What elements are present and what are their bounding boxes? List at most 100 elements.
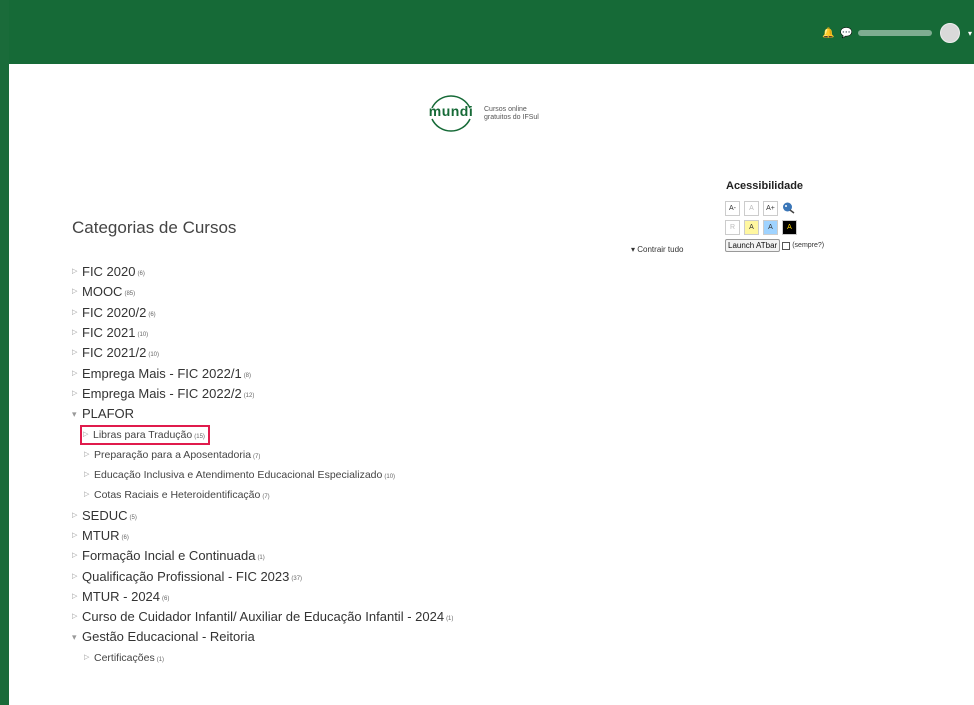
collapse-all-link[interactable]: ▾ Contrair tudo	[631, 245, 684, 254]
category-label: Formação Incial e Continuada	[82, 548, 256, 564]
category-item[interactable]: ▷ FIC 2020/2 (6)	[72, 303, 453, 323]
color-picker-icon[interactable]	[782, 201, 795, 214]
category-link[interactable]: ▷ MTUR - 2024 (6)	[72, 587, 169, 607]
category-link[interactable]: ▷ Libras para Tradução (15)	[80, 424, 210, 445]
category-item[interactable]: ▷ MTUR (6)	[72, 526, 453, 546]
category-link[interactable]: ▷ Cotas Raciais e Heteroidentificação (7)	[84, 485, 270, 505]
font-size-controls: A- A A+	[725, 201, 824, 216]
course-count: (8)	[243, 372, 252, 379]
font-increase-button[interactable]: A+	[763, 201, 778, 216]
category-label: MTUR - 2024	[82, 588, 161, 604]
caret-right-icon[interactable]: ▷	[84, 485, 94, 505]
font-decrease-button[interactable]: A-	[725, 201, 740, 216]
site-logo[interactable]: mundi Cursos online gratuitos do IFSul	[426, 88, 539, 138]
category-item[interactable]: ▷ Emprega Mais - FIC 2022/2 (12)	[72, 384, 453, 404]
category-label: Cotas Raciais e Heteroidentificação	[94, 489, 261, 502]
caret-right-icon[interactable]: ▷	[72, 587, 82, 607]
always-checkbox[interactable]	[782, 241, 791, 250]
category-item[interactable]: ▷ FIC 2020 (6)	[72, 262, 453, 282]
category-label: FIC 2020	[82, 264, 136, 280]
category-link[interactable]: ▾ Gestão Educacional - Reitoria	[72, 627, 255, 647]
subcategory-item[interactable]: ▷ Cotas Raciais e Heteroidentificação (7)	[72, 485, 453, 505]
atbar-launch-row: Launch ATbar (sempre?)	[725, 239, 824, 252]
always-label: (sempre?)	[792, 242, 825, 249]
category-link[interactable]: ▷ Preparação para a Aposentadoria (7)	[84, 445, 260, 465]
caret-right-icon[interactable]: ▷	[72, 282, 82, 302]
category-link[interactable]: ▷ SEDUC (5)	[72, 506, 137, 526]
caret-right-icon[interactable]: ▷	[72, 323, 82, 343]
caret-right-icon[interactable]: ▷	[83, 425, 93, 445]
caret-right-icon[interactable]: ▷	[72, 343, 82, 363]
category-item[interactable]: ▷ MOOC (85)	[72, 282, 453, 302]
category-link[interactable]: ▷ FIC 2021/2 (10)	[72, 343, 159, 363]
caret-right-icon[interactable]: ▷	[72, 303, 82, 323]
category-item[interactable]: ▷ Formação Incial e Continuada (1)	[72, 546, 453, 566]
category-link[interactable]: ▷ MTUR (6)	[72, 526, 129, 546]
category-link[interactable]: ▷ FIC 2020 (6)	[72, 262, 145, 282]
category-label: Curso de Cuidador Infantil/ Auxiliar de …	[82, 609, 445, 625]
category-item[interactable]: ▾ PLAFOR	[72, 404, 453, 424]
caret-right-icon[interactable]: ▷	[72, 607, 82, 627]
category-label: Certificações	[94, 651, 155, 664]
category-link[interactable]: ▷ Certificações (1)	[84, 648, 164, 668]
caret-right-icon[interactable]: ▷	[72, 262, 82, 282]
category-link[interactable]: ▷ FIC 2021 (10)	[72, 323, 148, 343]
contrast-blue-button[interactable]: A	[763, 220, 778, 235]
caret-right-icon[interactable]: ▷	[72, 506, 82, 526]
category-label: FIC 2021	[82, 325, 136, 341]
launch-atbar-button[interactable]: Launch ATbar	[725, 239, 781, 252]
user-name[interactable]	[857, 30, 932, 36]
caret-right-icon[interactable]: ▷	[84, 465, 94, 485]
caret-down-icon[interactable]: ▾	[72, 627, 82, 647]
subcategory-item[interactable]: ▷ Libras para Tradução (15)	[72, 424, 453, 445]
category-label: PLAFOR	[82, 406, 135, 422]
logo-tagline-line1: Cursos online	[484, 106, 527, 113]
caret-right-icon[interactable]: ▷	[72, 364, 82, 384]
category-link[interactable]: ▷ Emprega Mais - FIC 2022/1 (8)	[72, 364, 251, 384]
bell-icon[interactable]: 🔔	[822, 28, 834, 39]
category-item[interactable]: ▾ Gestão Educacional - Reitoria	[72, 627, 453, 647]
chevron-down-icon[interactable]: ▾	[968, 29, 972, 38]
caret-right-icon[interactable]: ▷	[72, 546, 82, 566]
category-link[interactable]: ▷ Emprega Mais - FIC 2022/2 (12)	[72, 384, 254, 404]
category-link[interactable]: ▷ Formação Incial e Continuada (1)	[72, 546, 265, 566]
caret-right-icon[interactable]: ▷	[72, 567, 82, 587]
caret-down-icon[interactable]: ▾	[72, 404, 82, 424]
category-item[interactable]: ▷ Emprega Mais - FIC 2022/1 (8)	[72, 363, 453, 383]
course-count: (7)	[253, 453, 261, 460]
contrast-black-button[interactable]: A	[782, 220, 797, 235]
contrast-yellow-button[interactable]: A	[744, 220, 759, 235]
category-link[interactable]: ▷ Curso de Cuidador Infantil/ Auxiliar de…	[72, 607, 453, 627]
category-item[interactable]: ▷ Curso de Cuidador Infantil/ Auxiliar de…	[72, 607, 453, 627]
avatar[interactable]	[939, 23, 960, 43]
caret-right-icon[interactable]: ▷	[72, 526, 82, 546]
category-item[interactable]: ▷ SEDUC (5)	[72, 506, 453, 526]
subcategory-item[interactable]: ▷ Educação Inclusiva e Atendimento Educac…	[72, 465, 453, 485]
category-label: FIC 2021/2	[82, 345, 147, 361]
font-reset-button[interactable]: A	[744, 201, 759, 216]
category-item[interactable]: ▷ FIC 2021 (10)	[72, 323, 453, 343]
logo-tagline: Cursos online gratuitos do IFSul	[484, 104, 539, 122]
course-count: (6)	[121, 535, 129, 541]
subcategory-item[interactable]: ▷ Preparação para a Aposentadoria (7)	[72, 445, 453, 465]
category-item[interactable]: ▷ FIC 2021/2 (10)	[72, 343, 453, 363]
course-count: (6)	[137, 271, 145, 278]
caret-right-icon[interactable]: ▷	[84, 445, 94, 465]
category-link[interactable]: ▷ Qualificação Profissional - FIC 2023 (37…	[72, 567, 302, 587]
subcategory-item[interactable]: ▷ Certificações (1)	[72, 648, 453, 668]
category-item[interactable]: ▷ MTUR - 2024 (6)	[72, 587, 453, 607]
category-label: SEDUC	[82, 507, 128, 523]
category-link[interactable]: ▷ MOOC (85)	[72, 282, 135, 302]
caret-right-icon[interactable]: ▷	[72, 384, 82, 404]
course-count: (1)	[156, 656, 165, 663]
category-label: Qualificação Profissional - FIC 2023	[82, 568, 290, 584]
category-item[interactable]: ▷ Qualificação Profissional - FIC 2023 (37…	[72, 566, 453, 586]
chat-icon[interactable]: 💬	[840, 28, 852, 39]
category-link[interactable]: ▾ PLAFOR	[72, 404, 134, 424]
contrast-reset-button[interactable]: R	[725, 220, 740, 235]
collapse-all-label: Contrair tudo	[637, 245, 684, 254]
top-navbar: 🔔 💬 ▾	[9, 0, 974, 64]
category-link[interactable]: ▷ Educação Inclusiva e Atendimento Educac…	[84, 465, 395, 485]
category-link[interactable]: ▷ FIC 2020/2 (6)	[72, 303, 156, 323]
caret-right-icon[interactable]: ▷	[84, 648, 94, 668]
